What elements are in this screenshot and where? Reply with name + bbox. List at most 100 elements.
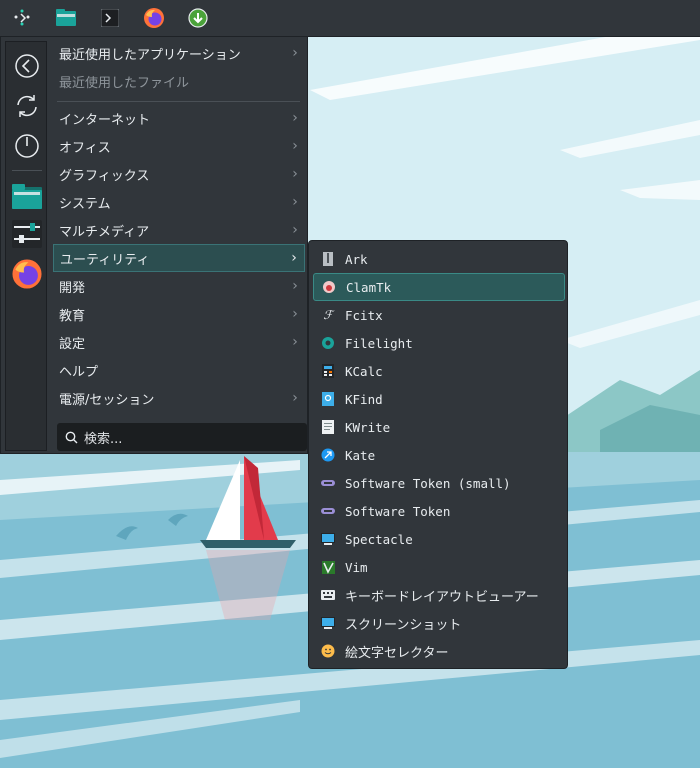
menu-category-multimedia[interactable]: マルチメディア › [53, 216, 305, 244]
app-label: KCalc [345, 363, 383, 379]
power-button[interactable] [11, 130, 43, 162]
chevron-right-icon: › [292, 110, 298, 126]
favorite-system-settings[interactable] [11, 218, 43, 250]
app-label: Vim [345, 559, 368, 575]
app-label: スクリーンショット [345, 617, 462, 633]
chevron-right-icon: › [292, 138, 298, 154]
app-fcitx[interactable]: ℱ Fcitx [313, 301, 565, 329]
search-icon [65, 431, 78, 443]
chevron-right-icon: › [292, 306, 298, 322]
menu-item-label: マルチメディア [59, 224, 150, 240]
calculator-icon [321, 364, 335, 378]
menu-category-education[interactable]: 教育 › [53, 300, 305, 328]
menu-item-label: オフィス [59, 140, 111, 156]
app-label: Ark [345, 251, 368, 267]
folder-icon [12, 184, 42, 209]
disk-usage-icon [321, 336, 335, 350]
menu-item-label: 最近使用したファイル [59, 75, 190, 91]
app-screenshot[interactable]: スクリーンショット [313, 609, 565, 637]
virus-scanner-icon [322, 280, 336, 294]
app-clamtk[interactable]: ClamTk [313, 273, 565, 301]
menu-category-system[interactable]: システム › [53, 188, 305, 216]
menu-category-power-session[interactable]: 電源/セッション › [53, 384, 305, 412]
utilities-submenu: Ark ClamTk ℱ Fcitx Filelight KCalc KFind… [308, 240, 568, 669]
menu-category-settings[interactable]: 設定 › [53, 328, 305, 356]
token-icon [321, 504, 335, 518]
app-vim[interactable]: Vim [313, 553, 565, 581]
app-label: Filelight [345, 335, 413, 351]
menu-recent-applications[interactable]: 最近使用したアプリケーション › [53, 39, 305, 67]
chevron-right-icon: › [292, 45, 298, 61]
find-icon [321, 392, 335, 406]
application-menu: 最近使用したアプリケーション › 最近使用したファイル インターネット › オフ… [0, 36, 308, 454]
chevron-right-icon: › [292, 334, 298, 350]
chevron-right-icon: › [292, 278, 298, 294]
screenshot-icon [321, 532, 335, 546]
chevron-right-icon: › [292, 390, 298, 406]
favorite-firefox[interactable] [11, 258, 43, 290]
emoji-icon [321, 644, 335, 658]
input-method-icon: ℱ [323, 308, 333, 322]
chevron-right-icon: › [292, 166, 298, 182]
firefox-icon [144, 8, 164, 28]
app-kfind[interactable]: KFind [313, 385, 565, 413]
app-label: Software Token [345, 503, 451, 519]
firefox-icon [12, 259, 42, 289]
app-kcalc[interactable]: KCalc [313, 357, 565, 385]
refresh-button[interactable] [11, 90, 43, 122]
app-label: キーボードレイアウトビューアー [345, 589, 539, 605]
menu-item-label: ユーティリティ [60, 252, 150, 268]
chevron-right-icon: › [291, 250, 297, 266]
menu-category-help[interactable]: ヘルプ [53, 356, 305, 384]
menu-category-graphics[interactable]: グラフィックス › [53, 160, 305, 188]
application-launcher-icon [14, 9, 30, 26]
menu-category-internet[interactable]: インターネット › [53, 104, 305, 132]
menu-category-office[interactable]: オフィス › [53, 132, 305, 160]
app-label: ClamTk [346, 279, 392, 295]
archive-icon [321, 252, 335, 266]
menu-item-label: グラフィックス [59, 168, 150, 184]
menu-item-label: 教育 [59, 308, 86, 324]
menu-recent-files[interactable]: 最近使用したファイル [53, 67, 305, 95]
terminal-button[interactable] [88, 0, 132, 36]
menu-item-label: 最近使用したアプリケーション [59, 47, 241, 63]
firefox-button[interactable] [132, 0, 176, 36]
app-ark[interactable]: Ark [313, 245, 565, 273]
app-kate[interactable]: Kate [313, 441, 565, 469]
menu-item-label: システム [59, 196, 111, 212]
menu-category-development[interactable]: 開発 › [53, 272, 305, 300]
back-icon [15, 54, 39, 78]
menu-category-utilities[interactable]: ユーティリティ › [53, 244, 305, 272]
favorites-separator [12, 170, 42, 171]
favorite-file-manager[interactable] [11, 180, 43, 212]
text-editor-icon [321, 420, 335, 434]
app-emoji-selector[interactable]: 絵文字セレクター [313, 637, 565, 665]
menu-item-label: 開発 [59, 280, 86, 296]
app-filelight[interactable]: Filelight [313, 329, 565, 357]
search-input[interactable]: 検索... [57, 423, 307, 451]
application-launcher-button[interactable] [0, 0, 44, 36]
file-manager-button[interactable] [44, 0, 88, 36]
top-panel [0, 0, 700, 37]
app-label: KWrite [345, 419, 391, 435]
app-label: 絵文字セレクター [345, 645, 449, 661]
app-software-token-small[interactable]: Software Token (small) [313, 469, 565, 497]
app-label: Fcitx [345, 307, 383, 323]
favorites-bar [5, 41, 47, 451]
refresh-icon [17, 95, 37, 117]
app-spectacle[interactable]: Spectacle [313, 525, 565, 553]
power-icon [15, 134, 39, 158]
system-settings-icon [12, 220, 42, 248]
keyboard-icon [321, 588, 335, 602]
kate-icon [321, 448, 335, 462]
search-placeholder: 検索... [84, 431, 123, 447]
vim-icon [321, 560, 335, 574]
downloader-button[interactable] [176, 0, 220, 36]
app-software-token[interactable]: Software Token [313, 497, 565, 525]
back-button[interactable] [11, 50, 43, 82]
app-keyboard-layout-viewer[interactable]: キーボードレイアウトビューアー [313, 581, 565, 609]
app-kwrite[interactable]: KWrite [313, 413, 565, 441]
downloader-icon [188, 8, 208, 28]
chevron-right-icon: › [292, 222, 298, 238]
app-label: Software Token (small) [345, 475, 511, 491]
